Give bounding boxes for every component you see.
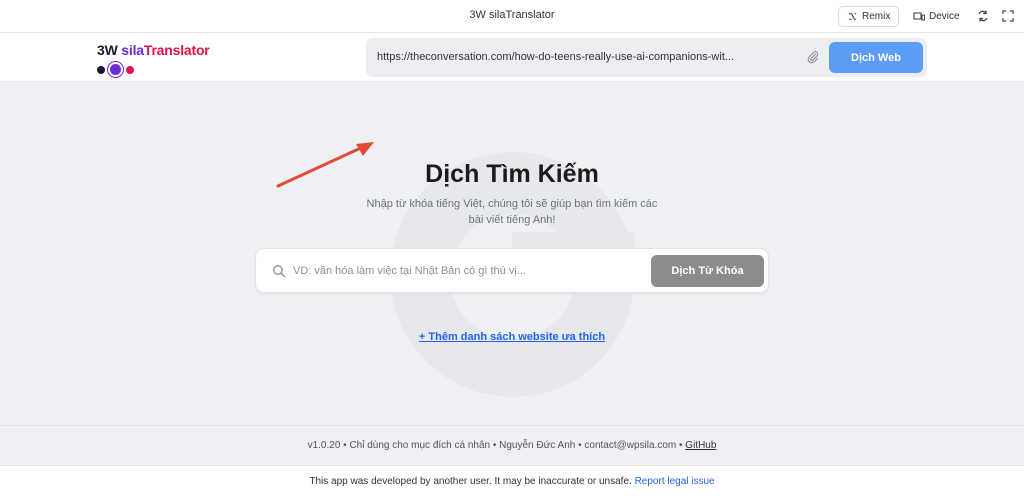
remix-icon [848, 13, 857, 20]
search-box: Dịch Từ Khóa [255, 248, 769, 293]
logo-dots [97, 64, 134, 75]
page-subtitle: Nhập từ khóa tiếng Việt, chúng tôi sẽ gi… [366, 198, 658, 226]
logo-part-sila: sila [121, 42, 144, 58]
theme-dot-dark[interactable] [97, 65, 105, 74]
theme-dot-purple[interactable] [110, 64, 121, 75]
github-link[interactable]: GitHub [685, 440, 716, 451]
footer-text: v1.0.20 • Chỉ dùng cho mục đích cá nhân … [0, 440, 1024, 451]
search-input[interactable] [293, 257, 643, 284]
page-title: Dịch Tìm Kiếm [425, 160, 599, 188]
footer-info: v1.0.20 • Chỉ dùng cho mục đích cá nhân … [307, 440, 686, 451]
window-title-bar: 3W silaTranslator Remix Device [0, 0, 1024, 33]
device-button[interactable]: Device [905, 6, 968, 27]
url-input[interactable]: https://theconversation.com/how-do-teens… [377, 51, 795, 63]
paperclip-icon[interactable] [806, 50, 820, 64]
device-label: Device [929, 11, 960, 22]
app-header: 3W silaTranslator https://theconversatio… [0, 33, 1024, 82]
translate-keyword-button[interactable]: Dịch Từ Khóa [651, 255, 764, 287]
host-notice-bar: This app was developed by another user. … [0, 465, 1024, 496]
translate-web-button[interactable]: Dịch Web [829, 42, 923, 73]
notice-message: This app was developed by another user. … [309, 476, 635, 487]
device-icon [913, 12, 925, 21]
remix-button[interactable]: Remix [838, 6, 900, 27]
url-bar: https://theconversation.com/how-do-teens… [366, 38, 927, 77]
remix-label: Remix [862, 11, 891, 22]
app-footer: v1.0.20 • Chỉ dùng cho mục đích cá nhân … [0, 425, 1024, 465]
logo-part-translator: Translator [143, 42, 210, 58]
theme-dot-red[interactable] [126, 65, 134, 74]
main-content: Dịch Tìm Kiếm Nhập từ khóa tiếng Việt, c… [0, 82, 1024, 425]
report-legal-issue-link[interactable]: Report legal issue [635, 476, 715, 487]
notice-text: This app was developed by another user. … [0, 476, 1024, 487]
logo-part-3w: 3W [97, 42, 122, 58]
search-icon [273, 265, 286, 278]
fullscreen-icon[interactable] [1000, 8, 1016, 24]
refresh-icon[interactable] [975, 8, 991, 24]
app-logo[interactable]: 3W silaTranslator [97, 42, 210, 58]
add-favorite-websites-link[interactable]: + Thêm danh sách website ưa thích [0, 331, 1024, 343]
